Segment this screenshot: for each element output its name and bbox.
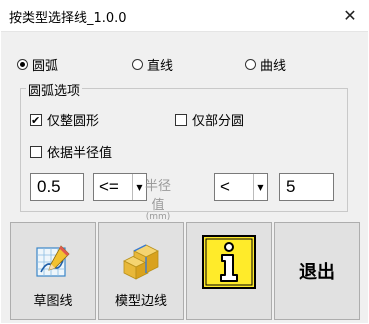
title-bar: 按类型选择线_1.0.0 ✕ xyxy=(0,0,369,31)
full-circle-checkbox-box[interactable] xyxy=(30,113,42,126)
dialog-body: 圆弧 直线 曲线 圆弧选项 仅整圆形 仅部分圆 依据半径值 0.5 <= ▼ xyxy=(1,31,368,323)
radio-arc-indicator[interactable] xyxy=(17,59,28,70)
radio-curve[interactable]: 曲线 xyxy=(245,55,286,74)
window-title: 按类型选择线_1.0.0 xyxy=(9,11,127,26)
info-icon xyxy=(202,235,256,289)
min-radius-input[interactable]: 0.5 xyxy=(30,173,84,201)
radius-unit-text: (mm) xyxy=(145,212,171,222)
by-radius-checkbox-box[interactable] xyxy=(30,145,42,158)
by-radius-label: 依据半径值 xyxy=(47,146,113,161)
close-icon[interactable]: ✕ xyxy=(337,2,363,28)
min-operator-value: <= xyxy=(99,177,119,196)
radio-arc-label: 圆弧 xyxy=(32,59,59,74)
max-operator-value: < xyxy=(220,177,230,196)
partial-circle-checkbox-box[interactable] xyxy=(175,113,187,126)
radio-line-indicator[interactable] xyxy=(132,59,143,70)
arc-options-legend: 圆弧选项 xyxy=(26,80,83,99)
radio-line[interactable]: 直线 xyxy=(132,55,173,74)
full-circle-checkbox[interactable]: 仅整圆形 xyxy=(30,110,99,129)
model-edge-button-label: 模型边线 xyxy=(114,294,167,309)
radio-curve-label: 曲线 xyxy=(260,59,287,74)
max-radius-input[interactable]: 5 xyxy=(279,173,334,201)
max-radius-value: 5 xyxy=(286,177,296,196)
radio-curve-indicator[interactable] xyxy=(245,59,256,70)
max-operator-select[interactable]: < ▼ xyxy=(214,173,268,201)
sketch-button-label: 草图线 xyxy=(33,294,73,309)
chevron-down-icon[interactable]: ▼ xyxy=(253,174,267,200)
model-edge-button[interactable]: 模型边线 xyxy=(98,222,184,320)
partial-circle-label: 仅部分圆 xyxy=(192,114,245,129)
radio-arc[interactable]: 圆弧 xyxy=(17,55,58,74)
sketch-pencil-icon xyxy=(31,240,75,284)
radius-label: 半径值 (mm) xyxy=(139,175,177,222)
min-radius-value: 0.5 xyxy=(37,177,61,196)
arc-options-group: 圆弧选项 仅整圆形 仅部分圆 依据半径值 0.5 <= ▼ 半径值 (mm) <… xyxy=(20,80,348,222)
radius-label-text: 半径值 xyxy=(144,179,171,213)
radio-line-label: 直线 xyxy=(147,59,174,74)
full-circle-label: 仅整圆形 xyxy=(47,114,100,129)
info-button[interactable] xyxy=(186,222,272,320)
by-radius-checkbox[interactable]: 依据半径值 xyxy=(30,142,112,161)
sketch-button[interactable]: 草图线 xyxy=(10,222,96,320)
exit-button-label: 退出 xyxy=(299,262,335,283)
partial-circle-checkbox[interactable]: 仅部分圆 xyxy=(175,110,244,129)
button-bar: 草图线 模型边线 退出 xyxy=(1,222,368,322)
model-block-icon xyxy=(119,240,163,284)
exit-button[interactable]: 退出 xyxy=(274,222,360,320)
